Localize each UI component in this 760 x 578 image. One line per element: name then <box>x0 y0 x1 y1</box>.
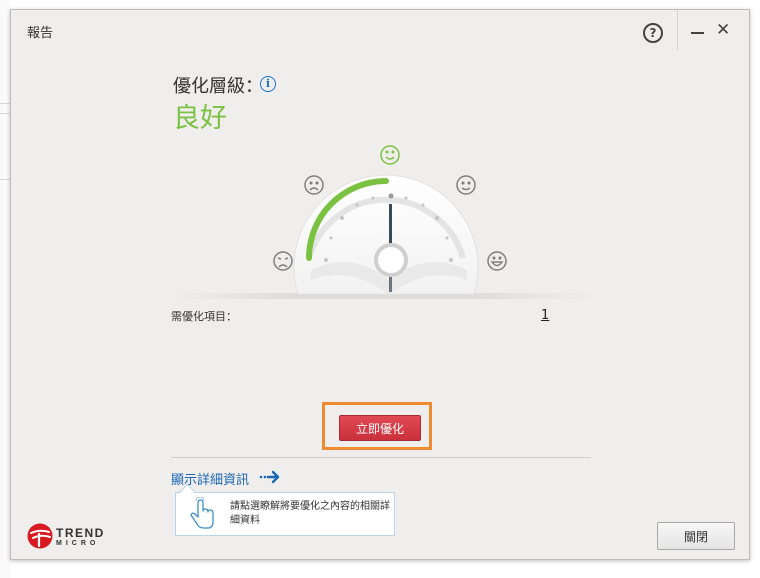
neutral-face-icon <box>456 175 476 195</box>
brand-name: TREND <box>56 526 105 540</box>
optimize-now-button[interactable]: 立即優化 <box>339 415 421 441</box>
arrow-right-icon[interactable] <box>259 469 281 485</box>
pointing-hand-icon <box>190 497 214 529</box>
background-line <box>0 103 10 104</box>
titlebar-divider <box>677 10 678 50</box>
optimize-highlight: 立即優化 <box>322 402 432 450</box>
report-window: 報告 ? ✕ 優化層級： i 良好 需優化項目： 1 立即優化 顯示詳細資訊 請… <box>10 9 750 560</box>
brand-subname: MICRO <box>56 540 100 547</box>
background-line <box>0 179 10 180</box>
window-title: 報告 <box>27 26 54 41</box>
section-divider <box>171 457 591 458</box>
minimize-button[interactable] <box>691 22 705 38</box>
items-to-optimize-count[interactable]: 1 <box>541 308 549 323</box>
trend-micro-logo <box>27 523 53 549</box>
optimization-gauge <box>273 145 507 295</box>
help-button[interactable]: ? <box>643 23 663 43</box>
sad-face-icon <box>304 175 324 195</box>
grin-face-icon <box>487 251 507 271</box>
background-strip <box>0 0 10 578</box>
tip-text: 請點選瞭解將要優化之內容的相關詳細資料 <box>230 501 390 526</box>
details-tip: 請點選瞭解將要優化之內容的相關詳細資料 <box>175 483 395 536</box>
optimization-level-label: 優化層級： <box>173 76 263 97</box>
happy-face-icon <box>380 145 400 165</box>
optimization-level-value: 良好 <box>173 103 227 134</box>
background-line <box>0 113 10 114</box>
window-close-button[interactable]: ✕ <box>716 20 730 40</box>
gauge-hub <box>374 243 408 277</box>
angry-face-icon <box>273 251 293 271</box>
info-icon[interactable]: i <box>260 76 276 92</box>
close-button[interactable]: 關閉 <box>657 522 735 550</box>
show-details-link[interactable]: 顯示詳細資訊 <box>171 469 249 488</box>
items-to-optimize-label: 需優化項目： <box>171 310 237 323</box>
